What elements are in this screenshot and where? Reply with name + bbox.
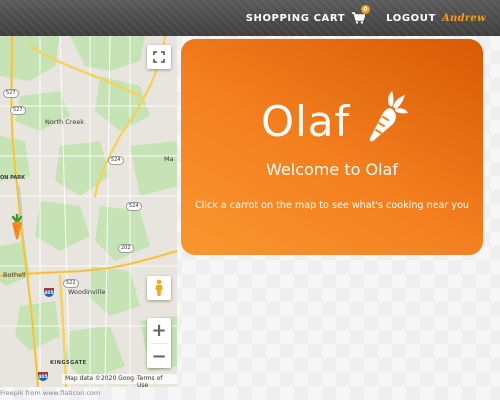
cart-icon: 0 [352, 5, 371, 24]
icon-credit: Freepik from www.flaticon.com [0, 389, 101, 397]
map-label-north-creek: North Creek [45, 118, 85, 126]
shopping-cart-label: SHOPPING CART [245, 12, 346, 24]
map-label-ma: Ma [164, 155, 174, 163]
welcome-card: Olaf Welcome to Olaf Click a carrot on t… [181, 39, 483, 255]
carrot-logo-icon [369, 91, 408, 142]
map-data-attribution: Map data ©2020 Google [62, 374, 143, 384]
zoom-controls: + − [147, 318, 171, 368]
top-nav-bar: SHOPPING CART 0 LOGOUT Andrew [0, 0, 500, 36]
street-view-pegman-button[interactable] [147, 276, 171, 300]
logout-label: LOGOUT [386, 12, 436, 24]
logo-text: Olaf [261, 97, 351, 146]
interstate-405-shield: 405 [44, 288, 54, 297]
map-label-woodinville: Woodinville [68, 288, 106, 296]
welcome-title: Welcome to Olaf [266, 160, 398, 179]
route-522-shield: 522 [63, 279, 79, 288]
fullscreen-button[interactable] [147, 45, 171, 69]
username: Andrew [441, 12, 486, 24]
olaf-logo: Olaf [181, 91, 483, 167]
logout-link[interactable]: LOGOUT Andrew [386, 13, 486, 24]
route-524-shield: 524 [126, 202, 142, 211]
shopping-cart-link[interactable]: SHOPPING CART 0 [245, 5, 371, 24]
fullscreen-icon [153, 51, 165, 63]
map-label-park: ON PARK [0, 175, 25, 181]
carrot-map-marker[interactable] [10, 213, 24, 244]
map-attribution: Map data ©2020 Google Terms of Use [0, 373, 177, 387]
zoom-out-button[interactable]: − [147, 344, 171, 369]
route-524-shield: 524 [108, 156, 124, 165]
terms-of-use-link[interactable]: Terms of Use [134, 374, 177, 387]
cart-count-badge: 0 [361, 5, 371, 14]
route-527-shield: 527 [3, 89, 19, 98]
map[interactable]: North Creek Ma ON PARK Bothell Woodinvil… [0, 36, 177, 387]
zoom-in-button[interactable]: + [147, 318, 171, 343]
map-label-kingsgate: KINGSGATE [50, 360, 87, 366]
route-202-shield: 202 [118, 244, 134, 253]
pegman-icon [155, 279, 163, 296]
map-label-bothell: Bothell [3, 271, 26, 279]
welcome-subtitle: Click a carrot on the map to see what's … [194, 200, 470, 211]
route-527-shield: 527 [10, 106, 26, 115]
